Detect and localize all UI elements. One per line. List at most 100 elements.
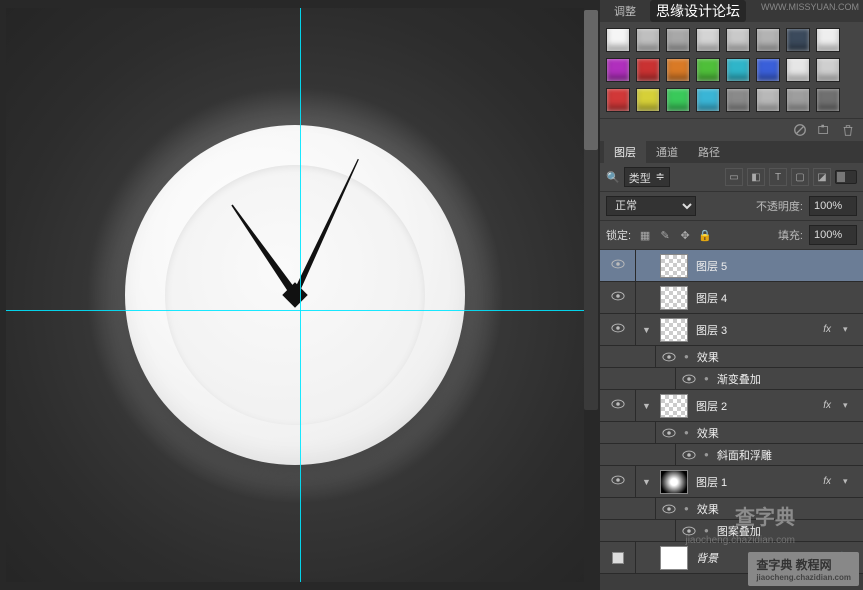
filter-type-icon[interactable]: ◧ bbox=[747, 168, 765, 186]
fill-input[interactable] bbox=[809, 225, 857, 245]
eye-column bbox=[620, 346, 656, 367]
swatch[interactable] bbox=[726, 58, 750, 82]
effect-eye-icon[interactable] bbox=[682, 374, 696, 384]
layer-thumbnail[interactable] bbox=[660, 470, 688, 494]
blend-mode-select[interactable]: 正常 bbox=[606, 196, 696, 216]
swatch[interactable] bbox=[606, 58, 630, 82]
fx-chevron-icon[interactable]: ▾ bbox=[843, 400, 857, 411]
fx-badge[interactable]: fx bbox=[823, 324, 835, 335]
swatch[interactable] bbox=[636, 28, 660, 52]
visibility-eye-icon[interactable] bbox=[611, 259, 625, 272]
swatch[interactable] bbox=[756, 88, 780, 112]
fx-chevron-icon[interactable]: ▾ bbox=[843, 324, 857, 335]
new-swatch-icon[interactable] bbox=[817, 123, 831, 137]
disclosure-icon[interactable]: ▼ bbox=[642, 401, 652, 411]
guide-horizontal[interactable] bbox=[6, 310, 584, 311]
lock-paint-icon[interactable]: ✎ bbox=[657, 227, 673, 243]
effect-eye-icon[interactable] bbox=[662, 352, 676, 362]
bg-checkbox[interactable] bbox=[612, 552, 624, 564]
swatch[interactable] bbox=[636, 58, 660, 82]
layer-name[interactable]: 图层 1 bbox=[696, 474, 727, 490]
tab-adjust[interactable]: 调整 bbox=[604, 0, 646, 23]
layer-row[interactable]: 图层 5 bbox=[600, 250, 863, 282]
layer-thumbnail[interactable] bbox=[660, 546, 688, 570]
layer-effects-row[interactable]: ●效果 bbox=[600, 422, 863, 444]
effect-eye-icon[interactable] bbox=[682, 526, 696, 536]
canvas-area[interactable] bbox=[0, 0, 600, 590]
canvas-scrollbar-vertical[interactable] bbox=[584, 10, 598, 410]
layer-thumbnail[interactable] bbox=[660, 254, 688, 278]
layer-row[interactable]: 图层 4 bbox=[600, 282, 863, 314]
layer-thumbnail[interactable] bbox=[660, 394, 688, 418]
swatch[interactable] bbox=[786, 28, 810, 52]
layer-name[interactable]: 图层 5 bbox=[696, 258, 727, 274]
lock-transparency-icon[interactable]: ▦ bbox=[637, 227, 653, 243]
layer-thumbnail[interactable] bbox=[660, 286, 688, 310]
tab-channels[interactable]: 通道 bbox=[646, 140, 688, 164]
guide-vertical[interactable] bbox=[300, 8, 301, 582]
opacity-input[interactable] bbox=[809, 196, 857, 216]
layer-row[interactable]: ▼ 图层 1 fx ▾ bbox=[600, 466, 863, 498]
swatch[interactable] bbox=[666, 88, 690, 112]
fx-badge[interactable]: fx bbox=[823, 476, 835, 487]
swatch[interactable] bbox=[696, 58, 720, 82]
swatch[interactable] bbox=[726, 88, 750, 112]
layer-row[interactable]: ▼ 图层 3 fx ▾ bbox=[600, 314, 863, 346]
lock-row: 锁定: ▦ ✎ ✥ 🔒 填充: bbox=[600, 221, 863, 250]
lock-all-icon[interactable]: 🔒 bbox=[697, 227, 713, 243]
layer-row[interactable]: ▼ 图层 2 fx ▾ bbox=[600, 390, 863, 422]
layer-effects-row[interactable]: ●效果 bbox=[600, 346, 863, 368]
effect-eye-icon[interactable] bbox=[682, 450, 696, 460]
swatch[interactable] bbox=[786, 88, 810, 112]
filter-type-icon[interactable]: ▢ bbox=[791, 168, 809, 186]
swatch[interactable] bbox=[816, 88, 840, 112]
tab-layers[interactable]: 图层 bbox=[604, 140, 646, 164]
trash-icon[interactable] bbox=[841, 123, 855, 137]
swatch[interactable] bbox=[696, 28, 720, 52]
scrollbar-thumb[interactable] bbox=[584, 10, 598, 150]
filter-toggle[interactable] bbox=[835, 170, 857, 184]
visibility-eye-icon[interactable] bbox=[611, 323, 625, 336]
swatch[interactable] bbox=[696, 88, 720, 112]
fx-chevron-icon[interactable]: ▾ bbox=[843, 476, 857, 487]
canvas[interactable] bbox=[6, 8, 584, 582]
visibility-eye-icon[interactable] bbox=[611, 475, 625, 488]
lock-position-icon[interactable]: ✥ bbox=[677, 227, 693, 243]
filter-search[interactable]: 🔍 bbox=[606, 171, 620, 184]
layer-thumbnail[interactable] bbox=[660, 318, 688, 342]
swatch[interactable] bbox=[816, 28, 840, 52]
swatch[interactable] bbox=[756, 58, 780, 82]
fx-badge[interactable]: fx bbox=[823, 400, 835, 411]
swatch[interactable] bbox=[816, 58, 840, 82]
layer-effect-item[interactable]: ●斜面和浮雕 bbox=[600, 444, 863, 466]
effects-label: 效果 bbox=[697, 349, 719, 365]
filter-type-icon[interactable]: ▭ bbox=[725, 168, 743, 186]
disclosure-icon[interactable]: ▼ bbox=[642, 325, 652, 335]
filter-type-dropdown[interactable]: 类型 ≑ bbox=[624, 167, 670, 187]
swatch[interactable] bbox=[666, 28, 690, 52]
filter-type-icon[interactable]: T bbox=[769, 168, 787, 186]
effect-eye-icon[interactable] bbox=[662, 504, 676, 514]
swatch[interactable] bbox=[636, 88, 660, 112]
swatch[interactable] bbox=[726, 28, 750, 52]
layer-content: 图层 4 bbox=[636, 284, 863, 312]
swatch[interactable] bbox=[606, 28, 630, 52]
watermark-2-text: 查字典 教程网 bbox=[756, 558, 831, 572]
layer-name[interactable]: 图层 4 bbox=[696, 290, 727, 306]
effect-eye-icon[interactable] bbox=[662, 428, 676, 438]
visibility-eye-icon[interactable] bbox=[611, 291, 625, 304]
filter-type-icon[interactable]: ◪ bbox=[813, 168, 831, 186]
swatch[interactable] bbox=[756, 28, 780, 52]
swatch[interactable] bbox=[786, 58, 810, 82]
visibility-eye-icon[interactable] bbox=[611, 399, 625, 412]
layer-name[interactable]: 背景 bbox=[696, 550, 718, 566]
no-color-icon[interactable] bbox=[793, 123, 807, 137]
disclosure-icon[interactable]: ▼ bbox=[642, 477, 652, 487]
layer-effects-row[interactable]: ●效果 bbox=[600, 498, 863, 520]
swatch[interactable] bbox=[606, 88, 630, 112]
layer-name[interactable]: 图层 2 bbox=[696, 398, 727, 414]
swatch[interactable] bbox=[666, 58, 690, 82]
layer-name[interactable]: 图层 3 bbox=[696, 322, 727, 338]
layer-effect-item[interactable]: ●渐变叠加 bbox=[600, 368, 863, 390]
tab-paths[interactable]: 路径 bbox=[688, 140, 730, 164]
